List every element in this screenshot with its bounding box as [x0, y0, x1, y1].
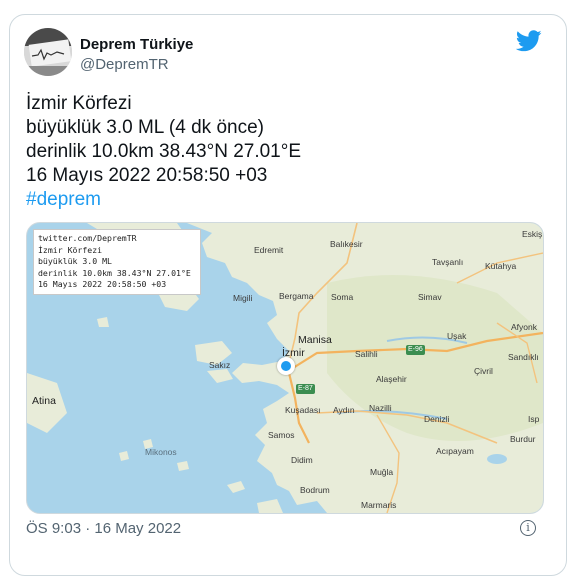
place-label-salihli: Salihli	[355, 349, 378, 359]
place-label-afyonk: Afyonk	[511, 322, 537, 332]
place-label-usak: Uşak	[447, 331, 467, 341]
account-name[interactable]: Deprem Türkiye	[80, 36, 193, 53]
place-label-soma: Soma	[331, 292, 354, 302]
place-label-didim: Didim	[291, 455, 313, 465]
account-handle[interactable]: @DepremTR	[80, 56, 169, 73]
info-icon[interactable]: i	[520, 520, 536, 536]
caption-line-magnitude: büyüklük 3.0 ML	[38, 256, 112, 267]
place-label-acipayam: Acıpayam	[436, 446, 474, 456]
place-label-balikesir: Balıkesir	[330, 239, 363, 249]
place-label-aydin: Aydın	[333, 405, 355, 415]
place-label-marmaris: Marmaris	[361, 500, 397, 510]
tweet-line-depth: derinlik 10.0km 38.43°N 27.01°E	[26, 141, 302, 162]
place-label-kusadasi: Kuşadası	[285, 405, 321, 415]
tweet-line-magnitude: büyüklük 3.0 ML (4 dk önce)	[26, 117, 264, 138]
location-marker-icon	[277, 357, 295, 375]
tweet-timestamp[interactable]: ÖS 9:03 · 16 May 2022	[26, 520, 181, 537]
place-label-sakiz: Sakız	[209, 360, 231, 370]
caption-line-location: İzmir Körfezi	[38, 244, 103, 255]
place-label-bergama: Bergama	[279, 291, 314, 301]
place-label-migili: Migili	[233, 293, 253, 303]
avatar[interactable]	[24, 28, 72, 76]
place-label-nazilli: Nazilli	[369, 403, 392, 413]
place-label-mikonos: Mikonos	[145, 447, 177, 457]
place-label-isp: Isp	[528, 414, 540, 424]
road-shield-e96: E-96	[406, 345, 425, 355]
caption-line-date: 16 Mayıs 2022 20:58:50 +03	[38, 279, 167, 290]
tweet-line-date: 16 Mayıs 2022 20:58:50 +03	[26, 165, 268, 186]
map-caption: twitter.com/DepremTR İzmir Körfezi büyük…	[33, 229, 201, 295]
caption-line-depth: derinlik 10.0km 38.43°N 27.01°E	[38, 267, 191, 278]
place-label-edremit: Edremit	[254, 245, 284, 255]
place-label-alasehir: Alaşehir	[376, 374, 407, 384]
place-label-simav: Simav	[418, 292, 442, 302]
road-shield-e87: E-87	[296, 384, 315, 394]
tweet-line-location: İzmir Körfezi	[26, 93, 132, 114]
place-label-atina: Atina	[32, 395, 56, 407]
hashtag-link[interactable]: #deprem	[26, 188, 301, 212]
place-label-mugla: Muğla	[370, 467, 394, 477]
place-label-manisa: Manisa	[298, 334, 332, 346]
place-label-kutahya: Kütahya	[485, 261, 517, 271]
place-label-sandikli: Sandıklı	[508, 352, 539, 362]
caption-line-source: twitter.com/DepremTR	[38, 233, 137, 243]
place-label-samos: Samos	[268, 430, 295, 440]
location-marker-dot	[281, 361, 291, 371]
place-label-eskis: Eskiş	[522, 229, 543, 239]
tweet-text: İzmir Körfezi büyüklük 3.0 ML (4 dk önce…	[26, 92, 301, 212]
twitter-bird-icon[interactable]	[515, 30, 542, 52]
place-label-burdur: Burdur	[510, 434, 536, 444]
place-label-tavsanli: Tavşanlı	[432, 257, 464, 267]
place-label-civril: Çivril	[474, 366, 493, 376]
seismograph-photo-icon	[24, 28, 72, 76]
place-label-denizli: Denizli	[424, 414, 450, 424]
place-label-bodrum: Bodrum	[300, 485, 330, 495]
